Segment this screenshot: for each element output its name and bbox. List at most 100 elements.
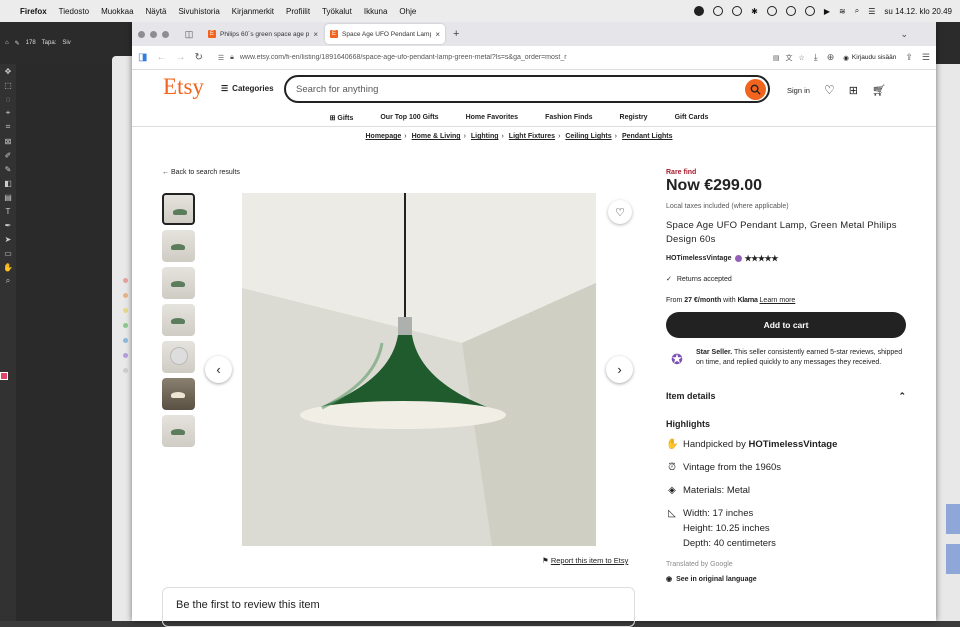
menu-kirjanmerkit[interactable]: Kirjanmerkit (232, 7, 274, 16)
frame-tool-icon[interactable]: ⊠ (0, 134, 16, 148)
breadcrumb-light-fixtures[interactable]: Light Fixtures (509, 133, 555, 140)
home-icon[interactable]: ⌂ (5, 40, 9, 46)
tab-list-chevron-icon[interactable]: ⌄ (900, 29, 908, 40)
search-input[interactable]: Search for anything (284, 75, 770, 103)
select-tool-icon[interactable]: ⌖ (0, 106, 16, 120)
shape-tool-icon[interactable]: ▭ (0, 246, 16, 260)
report-item-link[interactable]: ⚑ Report this item to Etsy (542, 556, 628, 565)
pen-tool-icon[interactable]: ✒ (0, 218, 16, 232)
translate-icon[interactable]: 文 (785, 53, 792, 63)
close-tab-icon[interactable]: × (313, 30, 318, 39)
type-tool-icon[interactable]: T (0, 204, 16, 218)
control-icon[interactable]: ▶ (824, 7, 830, 16)
reader-mode-icon[interactable]: ▤ (773, 54, 780, 62)
extensions-icon[interactable]: ⊕ (827, 52, 835, 63)
menu-nayta[interactable]: Näytä (146, 7, 167, 16)
hand-tool-icon[interactable]: ✋ (0, 260, 16, 274)
status-creative-icon[interactable] (732, 6, 743, 16)
thumbnail-1[interactable] (162, 193, 195, 225)
thumbnail-6[interactable] (162, 378, 195, 410)
klarna-learn-more-link[interactable]: Learn more (760, 297, 796, 304)
wifi-icon[interactable]: ≋ (839, 7, 846, 16)
categories-button[interactable]: ☰ Categories (221, 84, 274, 93)
menu-ikkuna[interactable]: Ikkuna (364, 7, 388, 16)
etsy-logo[interactable]: Etsy (163, 74, 204, 100)
lock-icon[interactable]: 🔒︎ (230, 54, 234, 62)
menu-profiilit[interactable]: Profiilit (286, 7, 310, 16)
bookmark-star-icon[interactable]: ☆ (798, 54, 804, 62)
sidebar-toggle-icon[interactable]: ◫ (183, 28, 195, 40)
eyedropper-tool-icon[interactable]: ✐ (0, 148, 16, 162)
handpicked-shop[interactable]: HOTimelessVintage (748, 439, 837, 450)
breadcrumb-ceiling-lights[interactable]: Ceiling Lights (565, 133, 611, 140)
product-image[interactable] (242, 193, 596, 546)
url-text[interactable]: www.etsy.com/fi-en/listing/1891640668/sp… (240, 54, 767, 61)
menu-tiedosto[interactable]: Tiedosto (59, 7, 89, 16)
thumbnail-7[interactable] (162, 415, 195, 447)
thumbnail-5[interactable] (162, 341, 195, 373)
breadcrumb-pendant-lights[interactable]: Pendant Lights (622, 133, 673, 140)
back-to-results-link[interactable]: ← Back to search results (162, 169, 240, 176)
window-controls[interactable] (138, 30, 169, 38)
menu-icon[interactable]: ☰ (922, 52, 930, 63)
page-info-icon[interactable]: ☰ (218, 54, 224, 62)
forward-arrow-icon[interactable]: → (175, 52, 185, 63)
menubar-clock[interactable]: su 14.12. klo 20.49 (884, 7, 952, 16)
gift-icon[interactable]: ⊞ (849, 84, 858, 97)
breadcrumb-lighting[interactable]: Lighting (471, 133, 499, 140)
path-select-tool-icon[interactable]: ➤ (0, 232, 16, 246)
tab-space-age[interactable]: E Space Age UFO Pendant Lamp, × (325, 24, 445, 44)
favorite-heart-button[interactable]: ♡ (608, 200, 632, 224)
menu-sivuhistoria[interactable]: Sivuhistoria (178, 7, 219, 16)
menu-ohje[interactable]: Ohje (399, 7, 416, 16)
thumbnail-4[interactable] (162, 304, 195, 336)
prev-image-button[interactable]: ‹ (205, 356, 232, 383)
sign-in-link[interactable]: Sign in (787, 86, 810, 95)
bluetooth-icon[interactable]: ✱ (751, 7, 758, 16)
breadcrumb-home-living[interactable]: Home & Living (412, 133, 461, 140)
share-icon[interactable]: ⇪ (905, 52, 913, 63)
cart-icon[interactable]: 🛒︎ (872, 84, 886, 97)
marquee-tool-icon[interactable]: ⬚ (0, 78, 16, 92)
control-center-icon[interactable]: ☰ (868, 7, 875, 16)
brush-tool-icon[interactable]: ✎ (0, 162, 16, 176)
menu-app[interactable]: Firefox (20, 7, 47, 16)
brush-size[interactable]: 178 (26, 40, 36, 46)
status-app-icon[interactable] (694, 6, 705, 16)
eraser-tool-icon[interactable]: ✎ (15, 40, 20, 47)
thumbnail-3[interactable] (162, 267, 195, 299)
next-image-button[interactable]: › (606, 356, 633, 383)
menu-muokkaa[interactable]: Muokkaa (101, 7, 133, 16)
thumbnail-2[interactable] (162, 230, 195, 262)
new-tab-icon[interactable]: + (453, 28, 459, 40)
status-a-icon[interactable] (713, 6, 724, 16)
favorites-heart-icon[interactable]: ♡ (824, 83, 835, 97)
close-tab-icon[interactable]: × (435, 30, 440, 39)
gradient-tool-icon[interactable]: ▤ (0, 190, 16, 204)
move-tool-icon[interactable]: ✥ (0, 64, 16, 78)
search-button[interactable] (745, 79, 766, 100)
see-original-language-link[interactable]: ◉ See in original language (666, 575, 906, 584)
tab-philips[interactable]: E Philips 60´s green space age p × (203, 24, 323, 44)
address-bar[interactable]: ☰ 🔒︎ www.etsy.com/fi-en/listing/18916406… (212, 49, 805, 67)
crop-tool-icon[interactable]: ⌗ (0, 120, 16, 134)
item-details-toggle[interactable]: Item details ⌃ (666, 391, 906, 402)
spotlight-icon[interactable]: ⌕ (855, 6, 859, 16)
reload-icon[interactable]: ↻ (194, 52, 202, 63)
back-arrow-icon[interactable]: ← (156, 52, 166, 63)
download-icon[interactable]: ⤓ (814, 52, 818, 63)
sidebar-icon[interactable]: ◨ (138, 52, 147, 63)
focus-icon[interactable] (785, 6, 796, 16)
shop-name-link[interactable]: HOTimelessVintage (666, 255, 732, 262)
rating-stars[interactable]: ★★★★★ (745, 254, 779, 263)
menu-tyokalut[interactable]: Työkalut (322, 7, 352, 16)
add-to-cart-button[interactable]: Add to cart (666, 312, 906, 338)
foreground-color-swatch[interactable] (0, 372, 8, 380)
breadcrumb-homepage[interactable]: Homepage (365, 133, 401, 140)
firefox-account-button[interactable]: ◉ Kirjaudu sisään (843, 54, 896, 62)
zoom-tool-icon[interactable]: ⌕ (0, 274, 16, 288)
user-icon[interactable] (804, 6, 815, 16)
play-icon[interactable] (766, 6, 777, 16)
eraser-tool-icon[interactable]: ◧ (0, 176, 16, 190)
lasso-tool-icon[interactable]: ◌ (0, 92, 16, 106)
